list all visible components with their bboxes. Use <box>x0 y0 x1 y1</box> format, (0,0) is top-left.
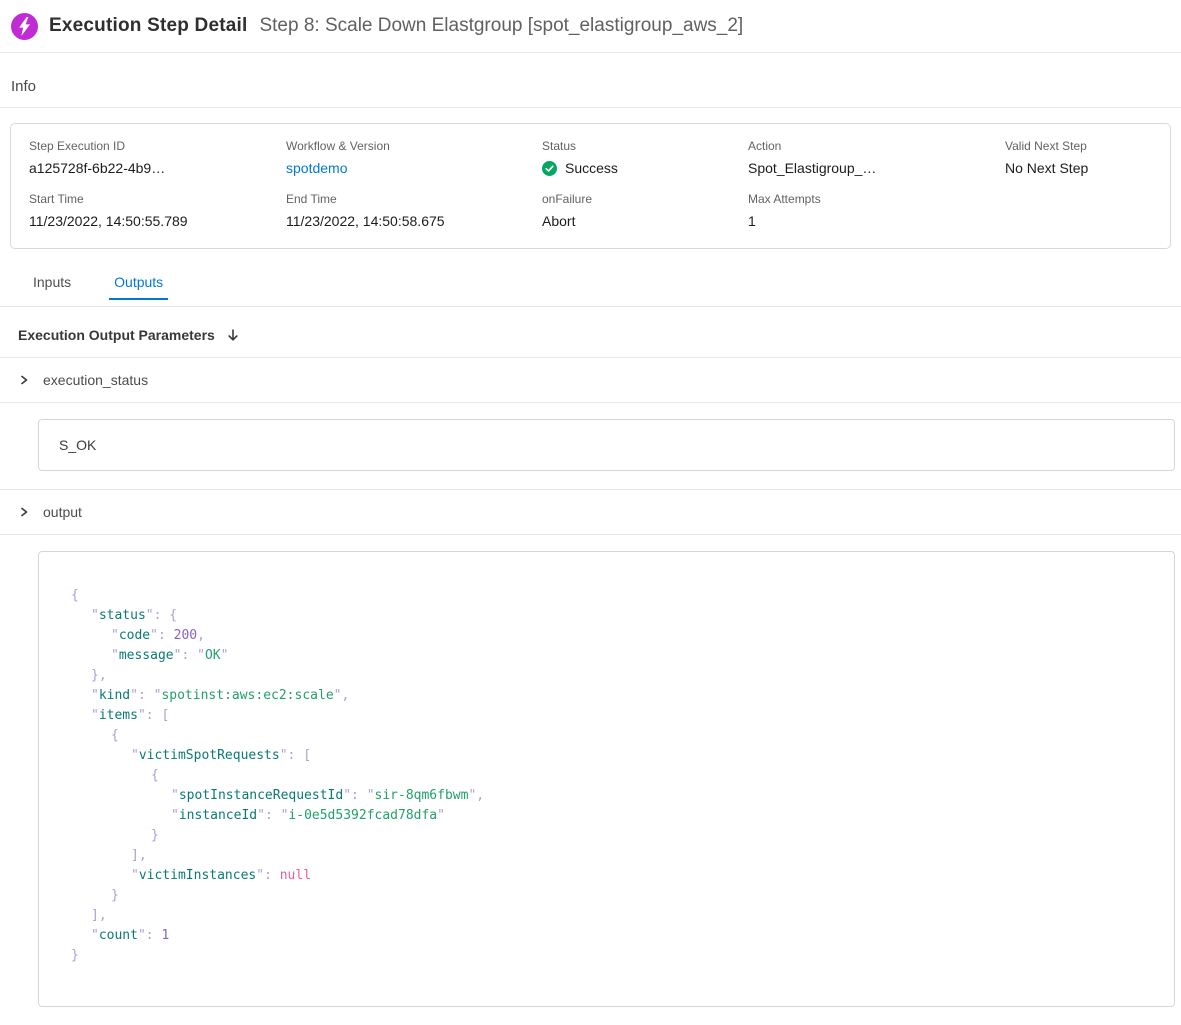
field-label: Start Time <box>29 192 286 206</box>
field-start-time: Start Time 11/23/2022, 14:50:55.789 <box>29 192 286 229</box>
field-value: Abort <box>542 213 748 229</box>
info-section-label: Info <box>11 78 36 95</box>
field-step-execution-id: Step Execution ID a125728f-6b22-4b9… <box>29 139 286 176</box>
page-title: Execution Step Detail <box>49 15 247 37</box>
info-section-header: Info <box>0 53 1181 108</box>
status-text: Success <box>565 160 618 176</box>
execution-status-value-box: S_OK <box>38 419 1175 471</box>
app-logo-icon <box>11 13 38 40</box>
field-max-attempts: Max Attempts 1 <box>748 192 1005 229</box>
field-label: Valid Next Step <box>1005 139 1160 153</box>
field-status: Status Success <box>542 139 748 176</box>
chevron-right-icon[interactable] <box>18 374 30 386</box>
tab-inputs[interactable]: Inputs <box>28 261 76 300</box>
tabs: Inputs Outputs <box>0 261 1181 307</box>
page-subtitle: Step 8: Scale Down Elastgroup [spot_elas… <box>259 15 743 37</box>
arrow-down-icon[interactable] <box>226 328 240 343</box>
field-label: End Time <box>286 192 542 206</box>
success-check-icon <box>542 161 557 176</box>
info-grid: Step Execution ID a125728f-6b22-4b9… Wor… <box>29 139 1160 229</box>
output-parameters-header: Execution Output Parameters <box>0 307 1181 358</box>
page-header: Execution Step Detail Step 8: Scale Down… <box>0 0 1181 53</box>
field-workflow-version: Workflow & Version spotdemo <box>286 139 542 176</box>
field-label: Action <box>748 139 1005 153</box>
json-output-box: {"status": {"code": 200,"message": "OK"}… <box>38 551 1175 1007</box>
info-card: Step Execution ID a125728f-6b22-4b9… Wor… <box>10 123 1171 249</box>
field-onfailure: onFailure Abort <box>542 192 748 229</box>
output-content: {"status": {"code": 200,"message": "OK"}… <box>0 535 1181 1025</box>
field-label: Step Execution ID <box>29 139 286 153</box>
field-valid-next-step: Valid Next Step No Next Step <box>1005 139 1160 176</box>
param-row-output[interactable]: output <box>0 490 1181 535</box>
param-name: output <box>43 504 82 520</box>
field-value: a125728f-6b22-4b9… <box>29 160 286 176</box>
field-label: Workflow & Version <box>286 139 542 153</box>
field-value: 11/23/2022, 14:50:55.789 <box>29 213 286 229</box>
field-value: No Next Step <box>1005 160 1160 176</box>
param-row-execution-status[interactable]: execution_status <box>0 358 1181 403</box>
tab-outputs[interactable]: Outputs <box>109 261 168 300</box>
field-label: Max Attempts <box>748 192 1005 206</box>
field-label: Status <box>542 139 748 153</box>
workflow-link[interactable]: spotdemo <box>286 160 542 176</box>
execution-status-content: S_OK <box>0 403 1181 490</box>
param-name: execution_status <box>43 372 148 388</box>
field-value: 1 <box>748 213 1005 229</box>
json-output-code: {"status": {"code": 200,"message": "OK"}… <box>71 586 1142 966</box>
chevron-right-icon[interactable] <box>18 506 30 518</box>
field-value: 11/23/2022, 14:50:58.675 <box>286 213 542 229</box>
field-label: onFailure <box>542 192 748 206</box>
field-end-time: End Time 11/23/2022, 14:50:58.675 <box>286 192 542 229</box>
output-parameters-title: Execution Output Parameters <box>18 327 215 343</box>
field-action: Action Spot_Elastigroup_… <box>748 139 1005 176</box>
field-value: Spot_Elastigroup_… <box>748 160 1005 176</box>
status-badge: Success <box>542 160 748 176</box>
